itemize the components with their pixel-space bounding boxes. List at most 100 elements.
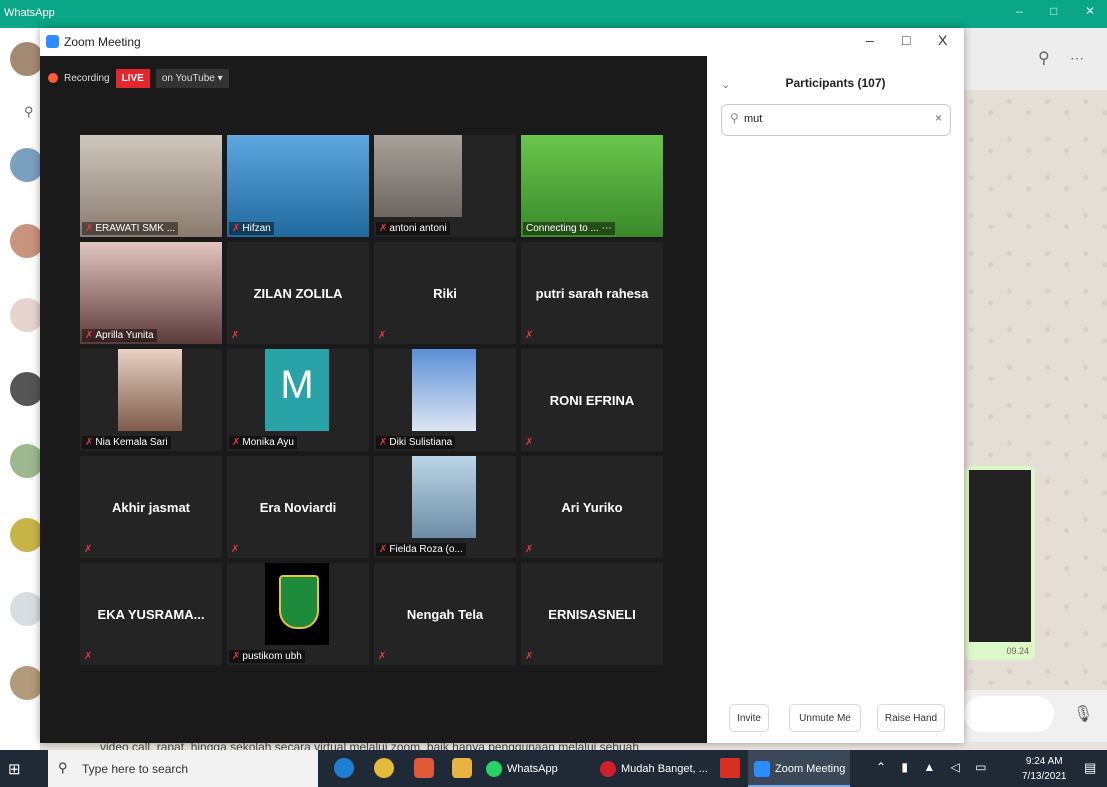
avatar[interactable] xyxy=(10,148,44,182)
muted-mic-icon: ✗ xyxy=(379,437,388,448)
avatar[interactable] xyxy=(10,224,44,258)
taskbar-whatsapp[interactable]: WhatsApp xyxy=(486,750,558,787)
avatar[interactable] xyxy=(10,666,44,700)
message-bubble[interactable]: 09.24 xyxy=(965,466,1035,660)
recording-bar: Recording LIVE on YouTube ▾ xyxy=(48,68,229,88)
participant-name: ERNISASNELI xyxy=(548,607,636,622)
muted-mic-icon: ✗ xyxy=(232,437,241,448)
clear-search-icon[interactable]: × xyxy=(935,111,942,125)
participant-label-text: pustikom ubh xyxy=(242,651,302,662)
avatar[interactable] xyxy=(10,592,44,626)
edge-icon[interactable] xyxy=(334,758,354,778)
avatar[interactable] xyxy=(10,42,44,76)
participant-name: Nengah Tela xyxy=(406,607,484,622)
live-on-youtube-dropdown[interactable]: on YouTube ▾ xyxy=(155,68,229,88)
muted-mic-icon: ✗ xyxy=(84,651,93,662)
participant-name: Akhir jasmat xyxy=(111,500,191,515)
video-tile[interactable]: Nengah Tela ✗ xyxy=(374,563,516,665)
whatsapp-titlebar: WhatsApp – □ ✕ xyxy=(0,0,1107,28)
video-tile[interactable]: ✗ Diki Sulistiana xyxy=(374,349,516,451)
video-tile[interactable]: ZILAN ZOLILA ✗ xyxy=(227,242,369,344)
video-tile[interactable]: EKA YUSRAMA... ✗ xyxy=(80,563,222,665)
windows-start-icon[interactable]: ⊞ xyxy=(8,760,21,778)
video-tile[interactable]: Ari Yuriko ✗ xyxy=(521,456,663,558)
participant-label: ✗ Monika Ayu xyxy=(229,436,297,449)
participant-search-input[interactable]: ⚲ mut × xyxy=(721,104,951,136)
muted-mic-icon: ✗ xyxy=(378,651,387,662)
taskbar-clock[interactable]: 9:24 AM 7/13/2021 xyxy=(1022,754,1067,784)
message-image[interactable] xyxy=(969,470,1031,642)
video-tile[interactable]: Riki ✗ xyxy=(374,242,516,344)
search-value: mut xyxy=(744,113,763,125)
participant-name: RONI EFRINA xyxy=(549,393,635,408)
app-icon[interactable] xyxy=(414,758,434,778)
video-tile[interactable]: ✗ Nia Kemala Sari xyxy=(80,349,222,451)
message-input[interactable] xyxy=(964,696,1054,732)
video-tile[interactable]: ✗ antoni antoni xyxy=(374,135,516,237)
search-icon[interactable]: ⚲ xyxy=(24,104,34,120)
pdf-icon[interactable] xyxy=(720,758,740,778)
participant-label-text: Monika Ayu xyxy=(242,437,294,448)
microphone-icon[interactable]: 🎙 xyxy=(1073,704,1093,724)
participant-video: M xyxy=(265,349,329,431)
minimize-button[interactable]: – xyxy=(866,32,874,48)
avatar[interactable] xyxy=(10,444,44,478)
chrome-icon[interactable] xyxy=(374,758,394,778)
whatsapp-close-button[interactable]: ✕ xyxy=(1085,4,1095,18)
raise-hand-button[interactable]: Raise Hand xyxy=(877,704,945,732)
participant-label: ✗ Diki Sulistiana xyxy=(376,436,456,449)
video-tile[interactable]: ✗ Aprilla Yunita xyxy=(80,242,222,344)
participant-label-text: ERAWATI SMK ... xyxy=(95,223,176,234)
video-tile[interactable]: ✗ ERAWATI SMK ... xyxy=(80,135,222,237)
video-tile[interactable]: M ✗ Monika Ayu xyxy=(227,349,369,451)
taskbar-opera[interactable]: Mudah Banget, ... xyxy=(600,750,708,787)
maximize-button[interactable]: □ xyxy=(902,32,910,48)
task-label: Mudah Banget, ... xyxy=(621,762,708,775)
muted-mic-icon: ✗ xyxy=(232,223,241,234)
whatsapp-maximize-button[interactable]: □ xyxy=(1050,4,1057,18)
file-explorer-icon[interactable] xyxy=(452,758,472,778)
close-button[interactable]: X xyxy=(938,32,947,48)
video-tile[interactable]: RONI EFRINA ✗ xyxy=(521,349,663,451)
video-tile[interactable]: ✗ Hifzan xyxy=(227,135,369,237)
avatar[interactable] xyxy=(10,518,44,552)
search-icon: ⚲ xyxy=(730,111,739,125)
taskbar-zoom[interactable]: Zoom Meeting xyxy=(754,750,845,787)
participant-label: ✗ ERAWATI SMK ... xyxy=(82,222,179,235)
clock-time: 9:24 AM xyxy=(1025,756,1063,767)
video-tile[interactable]: putri sarah rahesa ✗ xyxy=(521,242,663,344)
participant-label: ✗ pustikom ubh xyxy=(229,650,305,663)
participant-video xyxy=(412,349,476,431)
participant-video xyxy=(412,456,476,538)
task-label: Zoom Meeting xyxy=(775,762,846,775)
muted-mic-icon: ✗ xyxy=(231,330,240,341)
video-tile[interactable]: ✗ pustikom ubh xyxy=(227,563,369,665)
participant-label: ✗ Aprilla Yunita xyxy=(82,329,157,342)
whatsapp-icon xyxy=(486,760,502,777)
taskbar-search-box[interactable]: ⚲ Type here to search xyxy=(48,750,318,787)
muted-mic-icon: ✗ xyxy=(232,651,241,662)
unmute-me-button[interactable]: Unmute Me xyxy=(789,704,861,732)
recording-icon xyxy=(48,73,58,83)
video-tile[interactable]: ERNISASNELI ✗ xyxy=(521,563,663,665)
muted-mic-icon: ✗ xyxy=(525,330,534,341)
system-tray-icons[interactable]: ⌃ ▮ ▲ ◁ ▭ xyxy=(876,760,992,774)
whatsapp-chat-header: ⚲ ⋯ xyxy=(964,28,1107,91)
search-icon[interactable]: ⚲ xyxy=(1038,48,1050,68)
video-tile[interactable]: ✗ Fielda Roza (o... xyxy=(374,456,516,558)
zoom-icon xyxy=(754,760,770,777)
video-tile[interactable]: Akhir jasmat ✗ xyxy=(80,456,222,558)
whatsapp-minimize-button[interactable]: – xyxy=(1016,4,1023,18)
muted-mic-icon: ✗ xyxy=(85,223,94,234)
participant-label-text: Aprilla Yunita xyxy=(95,330,154,341)
windows-taskbar: ⊞ ⚲ Type here to search WhatsApp Mudah B… xyxy=(0,750,1107,787)
notification-icon[interactable]: ▤ xyxy=(1084,760,1096,776)
menu-icon[interactable]: ⋯ xyxy=(1070,50,1084,67)
avatar[interactable] xyxy=(10,372,44,406)
video-tile[interactable]: Connecting to ... ⋯ xyxy=(521,135,663,237)
avatar[interactable] xyxy=(10,298,44,332)
video-tile[interactable]: Era Noviardi ✗ xyxy=(227,456,369,558)
invite-button[interactable]: Invite xyxy=(729,704,769,732)
task-label: WhatsApp xyxy=(507,762,558,775)
participant-label: ✗ Hifzan xyxy=(229,222,274,235)
